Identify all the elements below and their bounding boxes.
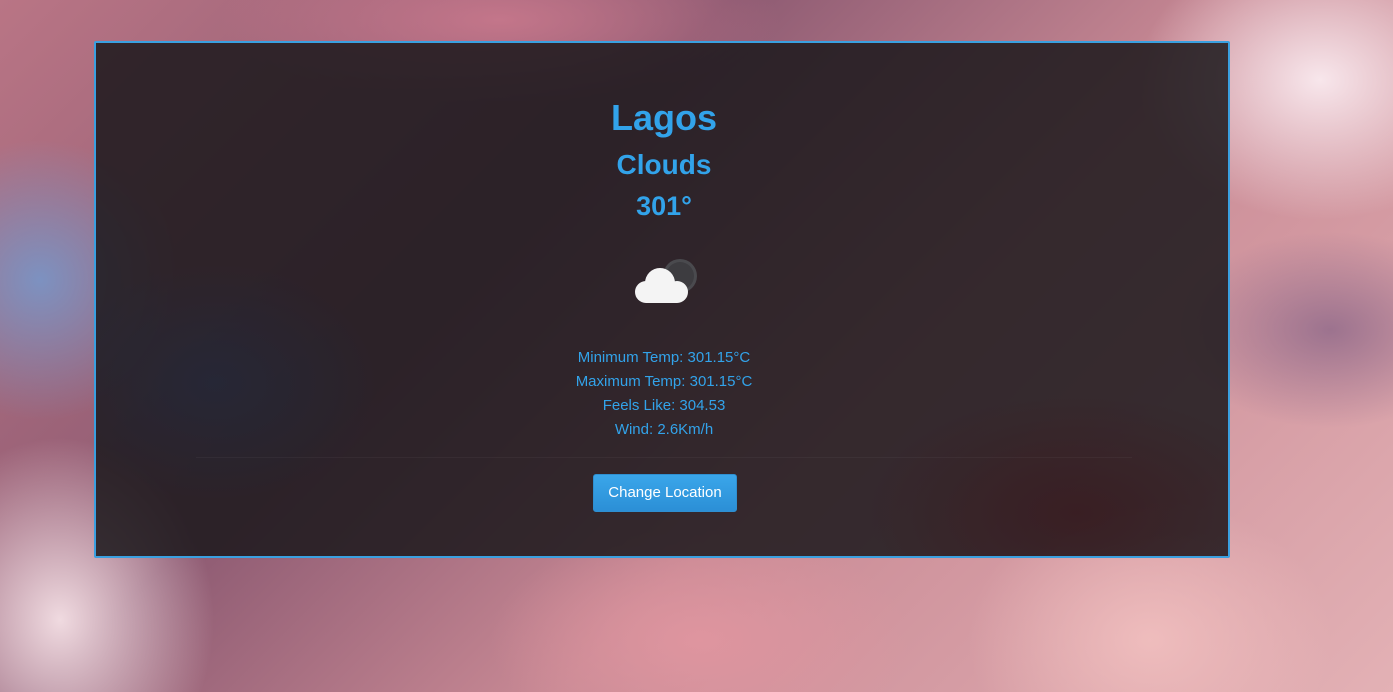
weather-card: Lagos Clouds 301° Minimum Temp: 301.15°C… [94, 41, 1230, 558]
change-location-button[interactable]: Change Location [593, 474, 737, 512]
city-name: Lagos [610, 97, 717, 138]
divider [196, 457, 1132, 458]
cloud-icon [629, 256, 699, 306]
weather-details: Minimum Temp: 301.15°C Maximum Temp: 301… [96, 346, 1232, 442]
feels-like: Feels Like: 304.53 [602, 397, 726, 414]
min-temp: Minimum Temp: 301.15°C [577, 349, 751, 366]
wind-speed: Wind: 2.6Km/h [614, 421, 714, 438]
weather-condition: Clouds [616, 149, 712, 180]
max-temp: Maximum Temp: 301.15°C [575, 373, 753, 390]
temperature: 301° [636, 191, 692, 221]
